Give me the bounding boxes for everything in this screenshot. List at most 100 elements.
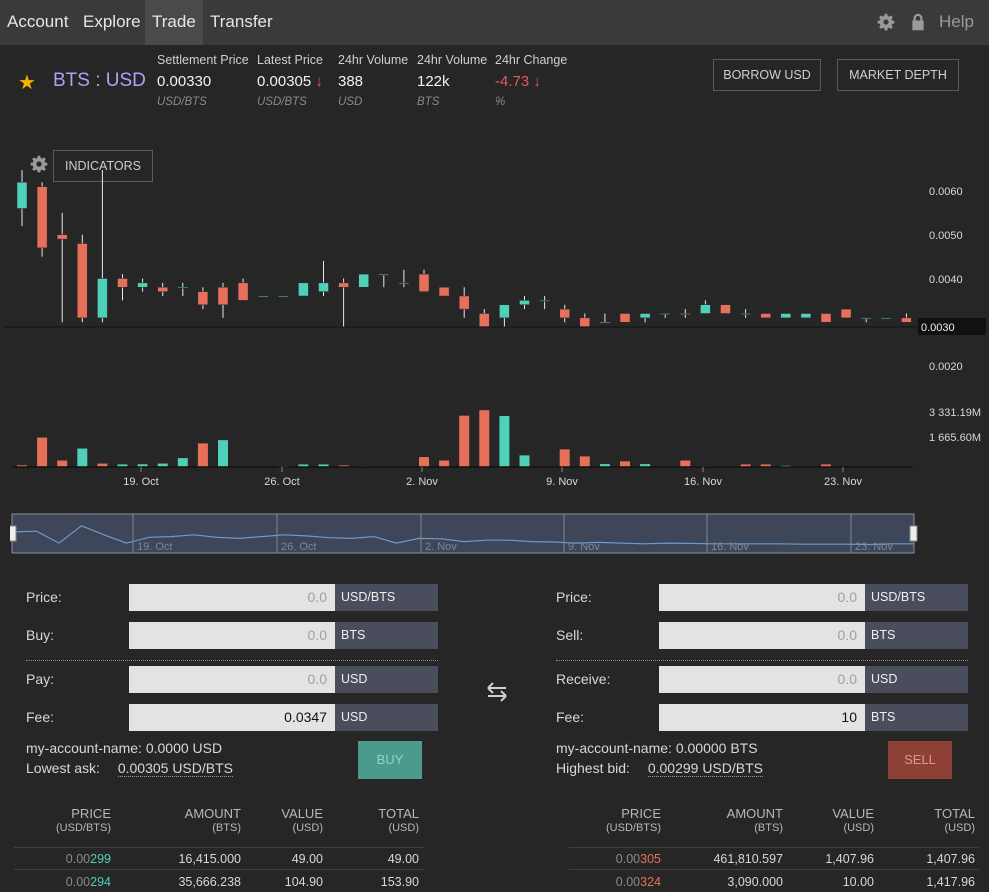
asks-header-value[interactable]: VALUE (USD)	[800, 807, 874, 835]
sell-button[interactable]: SELL	[888, 741, 952, 779]
candle-body	[840, 308, 852, 319]
bids-header-value[interactable]: VALUE (USD)	[250, 807, 323, 835]
candle	[720, 304, 731, 314]
candle	[539, 296, 550, 310]
candle-body	[519, 300, 530, 305]
volume-bar	[479, 410, 490, 467]
candle-body	[800, 313, 812, 319]
candle	[860, 317, 872, 323]
candle	[56, 212, 68, 323]
candle-body	[760, 313, 771, 319]
candle	[760, 313, 771, 319]
date-tick: 26. Oct	[264, 476, 299, 488]
navigator-left-handle[interactable]	[10, 525, 17, 542]
candle-body	[780, 313, 792, 319]
highest-bid-value[interactable]: 0.00299 USD/BTS	[647, 760, 763, 777]
sell-total-input[interactable]: 0.0	[659, 666, 865, 693]
candle	[278, 295, 289, 298]
sell-amount-unit: BTS	[865, 622, 968, 649]
candle	[217, 282, 229, 318]
buy-fee-input[interactable]: 0.0347	[129, 704, 335, 731]
sell-fee-label: Fee:	[556, 709, 585, 725]
stat-unit: %	[495, 96, 506, 108]
help-link[interactable]: Help	[939, 0, 974, 45]
bids-header-price[interactable]: PRICE (USD/BTS)	[30, 807, 111, 835]
lowest-ask-value[interactable]: 0.00305 USD/BTS	[117, 760, 233, 777]
volume-bars	[17, 410, 831, 467]
bid-price: 0.00294	[65, 875, 111, 889]
buy-total-input[interactable]: 0.0	[129, 666, 335, 693]
nav-transfer[interactable]: Transfer	[203, 0, 280, 45]
stat-latest-price: Latest Price 0.00305 ↓ USD/BTS	[257, 53, 323, 108]
buy-separator	[26, 660, 438, 661]
price-axis: 0.0060 0.0050 0.0040 0.0020 3 331.19M 1 …	[929, 186, 981, 444]
navigator-right-handle[interactable]	[909, 525, 918, 542]
candle-body	[97, 278, 108, 319]
swap-arrows-icon[interactable]	[484, 679, 510, 705]
buy-price-input[interactable]: 0.0	[129, 584, 335, 611]
nav-trade[interactable]: Trade	[145, 0, 203, 45]
volume-bar	[177, 458, 188, 467]
chart-navigator[interactable]: 19. Oct 26. Oct 2. Nov 9. Nov 16. Nov 23…	[10, 513, 918, 555]
volume-bar	[439, 460, 450, 467]
candle-body	[338, 282, 349, 288]
candle	[16, 170, 28, 226]
asks-header-total[interactable]: TOTAL (USD)	[890, 807, 975, 835]
bid-value: 49.00	[291, 852, 323, 866]
nav-account[interactable]: Account	[0, 0, 75, 45]
candle	[599, 313, 611, 324]
candle-body	[740, 313, 751, 315]
borrow-usd-button[interactable]: BORROW USD	[713, 59, 821, 91]
gear-icon[interactable]	[877, 13, 895, 31]
arrow-down-icon: ↓	[315, 73, 323, 90]
asks-header-amount[interactable]: AMOUNT (BTS)	[690, 807, 783, 835]
candle	[438, 287, 450, 297]
row-divider	[569, 869, 979, 870]
bids-header-amount[interactable]: AMOUNT (BTS)	[150, 807, 241, 835]
market-depth-button[interactable]: MARKET DEPTH	[837, 59, 959, 91]
candle	[458, 287, 470, 318]
sell-fee-unit: BTS	[865, 704, 968, 731]
candle-body	[479, 313, 490, 327]
candle-body	[36, 186, 48, 249]
bid-total: 153.90	[380, 875, 419, 889]
lock-icon[interactable]	[909, 13, 927, 31]
candle	[479, 309, 490, 327]
bids-header-total[interactable]: TOTAL (USD)	[340, 807, 419, 835]
candle	[338, 278, 349, 327]
volume-bar	[77, 448, 88, 467]
volume-bar	[57, 460, 68, 467]
candle	[659, 313, 671, 318]
volume-bar	[559, 449, 570, 467]
stat-unit: BTS	[417, 96, 440, 108]
nav-explore[interactable]: Explore	[76, 0, 148, 45]
candle	[800, 313, 812, 319]
balance-value[interactable]: 0.0000 USD	[146, 740, 222, 756]
candle	[740, 309, 751, 318]
sell-fee-input[interactable]: 10	[659, 704, 865, 731]
balance-value[interactable]: 0.00000 BTS	[676, 740, 758, 756]
candle	[619, 313, 631, 323]
asks-header-price[interactable]: PRICE (USD/BTS)	[580, 807, 661, 835]
candle-body	[639, 313, 651, 319]
balance-label: my-account-name:	[556, 740, 672, 756]
sell-amount-input[interactable]: 0.0	[659, 622, 865, 649]
buy-button[interactable]: BUY	[358, 741, 422, 779]
navigator-date: 16. Nov	[711, 541, 749, 553]
bid-amount: 35,666.238	[178, 875, 241, 889]
buy-amount-unit: BTS	[335, 622, 438, 649]
candle-body	[117, 278, 128, 288]
stat-unit: USD	[338, 96, 363, 108]
candle	[519, 296, 530, 310]
candle	[881, 317, 892, 320]
favorite-star-icon[interactable]: ★	[18, 70, 36, 95]
candle-body	[157, 287, 168, 292]
buy-amount-label: Buy:	[26, 627, 55, 643]
candle-body	[881, 317, 892, 320]
sell-price-input[interactable]: 0.0	[659, 584, 865, 611]
stat-label: 24hr Volume	[417, 53, 488, 67]
price-tick: 0.0020	[929, 361, 963, 373]
current-price-label: 0.0030	[921, 322, 955, 334]
buy-amount-input[interactable]: 0.0	[129, 622, 335, 649]
price-chart[interactable]: 0.0030 0.0060 0.0050 0.0040 0.0020 3 331…	[0, 170, 989, 495]
